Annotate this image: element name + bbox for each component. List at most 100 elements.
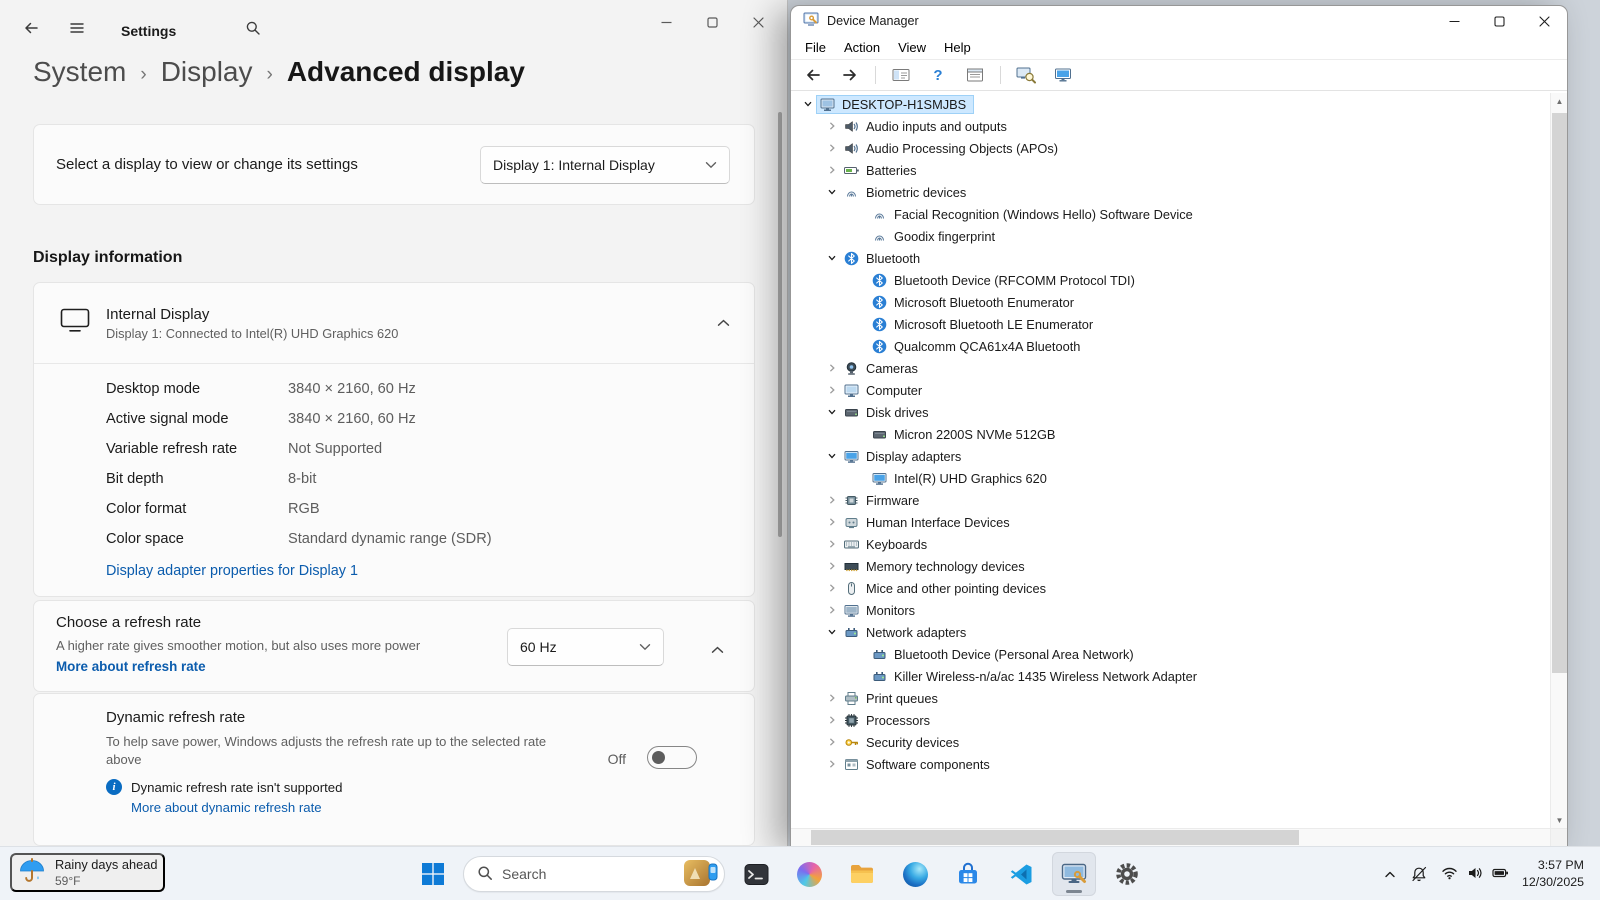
tree-node-item[interactable]: Microsoft Bluetooth Enumerator (868, 293, 1082, 312)
breadcrumb-display[interactable]: Display (161, 56, 253, 88)
tree-node-item[interactable]: Intel(R) UHD Graphics 620 (868, 469, 1055, 488)
search-box[interactable]: Search (463, 856, 725, 892)
weather-widget[interactable]: Rainy days ahead 59°F (10, 853, 166, 892)
tree-node-item[interactable]: Display adapters (840, 447, 969, 466)
tree-node[interactable]: Bluetooth Device (RFCOMM Protocol TDI) (792, 269, 1549, 291)
menu-view[interactable]: View (889, 38, 935, 57)
tree-node-item[interactable]: Killer Wireless-n/a/ac 1435 Wireless Net… (868, 667, 1205, 686)
tree-node-item[interactable]: Bluetooth (840, 249, 928, 268)
tree-node-item[interactable]: Batteries (840, 161, 925, 180)
tree-node[interactable]: Microsoft Bluetooth Enumerator (792, 291, 1549, 313)
chevron-right-icon[interactable] (824, 605, 840, 615)
tree-node[interactable]: Goodix fingerprint (792, 225, 1549, 247)
dynamic-refresh-toggle[interactable] (647, 746, 697, 769)
menu-file[interactable]: File (796, 38, 835, 57)
chevron-down-icon[interactable] (824, 407, 840, 417)
taskbar-app-file-explorer-icon[interactable] (840, 852, 884, 896)
tree-node[interactable]: Bluetooth (792, 247, 1549, 269)
tree-node-item[interactable]: Software components (840, 755, 998, 774)
chevron-up-icon[interactable] (717, 314, 730, 332)
scroll-down-arrow-icon[interactable]: ▼ (1551, 812, 1567, 828)
help-icon[interactable]: ? (926, 63, 950, 87)
search-icon[interactable] (236, 12, 270, 44)
properties-list-icon[interactable] (963, 63, 987, 87)
tree-node-item[interactable]: Firmware (840, 491, 927, 510)
tree-node-item[interactable]: Bluetooth Device (RFCOMM Protocol TDI) (868, 271, 1143, 290)
tree-node-item[interactable]: Security devices (840, 733, 967, 752)
tree-node[interactable]: Batteries (792, 159, 1549, 181)
tree-node[interactable]: Bluetooth Device (Personal Area Network) (792, 643, 1549, 665)
chevron-down-icon[interactable] (800, 99, 816, 109)
navigation-menu-icon[interactable] (60, 12, 94, 44)
taskbar-app-microsoft-store-icon[interactable] (946, 852, 990, 896)
tree-node[interactable]: Audio Processing Objects (APOs) (792, 137, 1549, 159)
chevron-right-icon[interactable] (824, 561, 840, 571)
minimize-icon[interactable] (1432, 6, 1477, 36)
taskbar-app-copilot-icon[interactable] (787, 852, 831, 896)
tree-node[interactable]: Display adapters (792, 445, 1549, 467)
console-tree-icon[interactable] (889, 63, 913, 87)
scrollbar-thumb[interactable] (1552, 113, 1567, 673)
tree-node[interactable]: Print queues (792, 687, 1549, 709)
tree-node-item[interactable]: Mice and other pointing devices (840, 579, 1054, 598)
chevron-right-icon[interactable] (824, 539, 840, 549)
taskbar-app-terminal-icon[interactable] (734, 852, 778, 896)
tree-node-item[interactable]: Monitors (840, 601, 923, 620)
search-highlight-image[interactable] (683, 859, 719, 890)
tree-node-item[interactable]: Facial Recognition (Windows Hello) Softw… (868, 205, 1201, 224)
tree-node[interactable]: Cameras (792, 357, 1549, 379)
tree-node[interactable]: Monitors (792, 599, 1549, 621)
display-adapter-properties-link[interactable]: Display adapter properties for Display 1 (106, 563, 358, 579)
chevron-right-icon[interactable] (824, 759, 840, 769)
breadcrumb-system[interactable]: System (33, 56, 126, 88)
tree-node-item[interactable]: Audio inputs and outputs (840, 117, 1015, 136)
chevron-up-icon[interactable] (711, 641, 724, 659)
chevron-right-icon[interactable] (824, 121, 840, 131)
internal-display-header[interactable]: Internal Display Display 1: Connected to… (34, 283, 754, 363)
chevron-right-icon[interactable] (824, 495, 840, 505)
chevron-right-icon[interactable] (824, 737, 840, 747)
tree-node[interactable]: Human Interface Devices (792, 511, 1549, 533)
taskbar-app-edge-icon[interactable] (893, 852, 937, 896)
tree-node-item[interactable]: Goodix fingerprint (868, 227, 1003, 246)
display-select-dropdown[interactable]: Display 1: Internal Display (480, 145, 730, 184)
scan-hardware-icon[interactable] (1014, 63, 1038, 87)
tree-node[interactable]: Microsoft Bluetooth LE Enumerator (792, 313, 1549, 335)
back-arrow-icon[interactable] (801, 63, 825, 87)
tree-node[interactable]: Security devices (792, 731, 1549, 753)
chevron-right-icon[interactable] (824, 385, 840, 395)
chevron-down-icon[interactable] (824, 627, 840, 637)
chevron-right-icon[interactable] (824, 143, 840, 153)
minimize-icon[interactable] (643, 0, 689, 44)
tree-node-item[interactable]: Processors (840, 711, 938, 730)
tree-node-item[interactable]: Memory technology devices (840, 557, 1033, 576)
tree-node-item[interactable]: Computer (840, 381, 930, 400)
menu-action[interactable]: Action (835, 38, 889, 57)
chevron-down-icon[interactable] (824, 451, 840, 461)
network-status-cluster[interactable] (1434, 854, 1516, 894)
chevron-down-icon[interactable] (824, 253, 840, 263)
tree-node[interactable]: Facial Recognition (Windows Hello) Softw… (792, 203, 1549, 225)
maximize-icon[interactable] (1477, 6, 1522, 36)
chevron-right-icon[interactable] (824, 715, 840, 725)
tree-node-item[interactable]: Human Interface Devices (840, 513, 1018, 532)
tree-node-item[interactable]: Qualcomm QCA61x4A Bluetooth (868, 337, 1088, 356)
settings-vertical-scrollbar[interactable] (778, 112, 782, 537)
more-about-dynamic-refresh-link[interactable]: More about dynamic refresh rate (131, 800, 322, 815)
close-icon[interactable] (735, 0, 781, 44)
tree-node-item[interactable]: Biometric devices (840, 183, 974, 202)
taskbar-app-settings-icon[interactable] (1105, 852, 1149, 896)
tree-node-item[interactable]: Cameras (840, 359, 926, 378)
clock-widget[interactable]: 3:57 PM 12/30/2025 (1516, 854, 1594, 894)
chevron-right-icon[interactable] (824, 583, 840, 593)
chevron-up-icon[interactable] (1376, 854, 1404, 894)
tree-node[interactable]: Micron 2200S NVMe 512GB (792, 423, 1549, 445)
chevron-right-icon[interactable] (824, 363, 840, 373)
tree-node[interactable]: Killer Wireless-n/a/ac 1435 Wireless Net… (792, 665, 1549, 687)
tree-node[interactable]: DESKTOP-H1SMJBS (792, 93, 1549, 115)
tree-node-item[interactable]: Micron 2200S NVMe 512GB (868, 425, 1063, 444)
taskbar-app-dev-icon[interactable] (999, 852, 1043, 896)
tree-node[interactable]: Disk drives (792, 401, 1549, 423)
tree-node-item[interactable]: Microsoft Bluetooth LE Enumerator (868, 315, 1101, 334)
tree-node[interactable]: Computer (792, 379, 1549, 401)
